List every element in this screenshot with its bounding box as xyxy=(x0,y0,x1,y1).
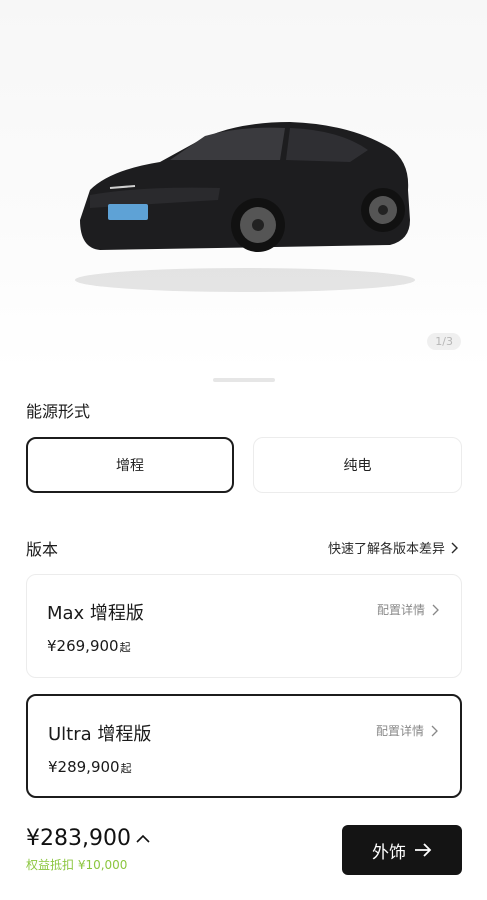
image-pager: 1/3 xyxy=(427,333,461,350)
chevron-right-icon xyxy=(431,725,438,736)
discount-text: 权益抵扣 ¥10,000 xyxy=(26,858,128,872)
total-price-toggle[interactable]: ¥283,900 xyxy=(26,826,151,851)
version-name: Max 增程版 xyxy=(47,603,144,624)
car-image-carousel[interactable]: 1/3 xyxy=(0,0,487,372)
version-card-max[interactable]: Max 增程版 ¥269,900起 配置详情 xyxy=(26,574,462,678)
config-detail-link[interactable]: 配置详情 xyxy=(377,601,439,618)
config-detail-link[interactable]: 配置详情 xyxy=(376,722,438,739)
energy-option-range-extender[interactable]: 增程 xyxy=(26,437,234,493)
chevron-right-icon xyxy=(432,604,439,615)
bottom-price-bar: ¥283,900 权益抵扣 ¥10,000 外饰 xyxy=(0,810,487,900)
energy-option-electric[interactable]: 纯电 xyxy=(253,437,462,493)
sheet-drag-handle[interactable] xyxy=(213,378,275,382)
car-image xyxy=(75,122,415,292)
energy-section-title: 能源形式 xyxy=(26,402,91,421)
compare-versions-link[interactable]: 快速了解各版本差异 xyxy=(328,538,459,557)
energy-option-label: 纯电 xyxy=(343,458,372,474)
chevron-up-icon xyxy=(136,834,150,843)
version-price: ¥289,900起 xyxy=(48,758,132,776)
next-button-label: 外饰 xyxy=(372,842,406,863)
version-price: ¥269,900起 xyxy=(47,637,131,655)
total-price: ¥283,900 xyxy=(26,826,131,851)
version-name: Ultra 增程版 xyxy=(48,724,152,745)
arrow-right-icon xyxy=(415,843,432,857)
version-card-ultra[interactable]: Ultra 增程版 ¥289,900起 配置详情 xyxy=(26,694,462,798)
energy-option-label: 增程 xyxy=(116,458,144,474)
version-section-title: 版本 xyxy=(26,540,59,559)
next-exterior-button[interactable]: 外饰 xyxy=(342,825,462,875)
config-sheet: 能源形式 增程 纯电 版本 快速了解各版本差异 Max 增程版 ¥269,900… xyxy=(0,370,487,810)
chevron-right-icon xyxy=(451,542,458,553)
compare-versions-label: 快速了解各版本差异 xyxy=(327,542,445,557)
